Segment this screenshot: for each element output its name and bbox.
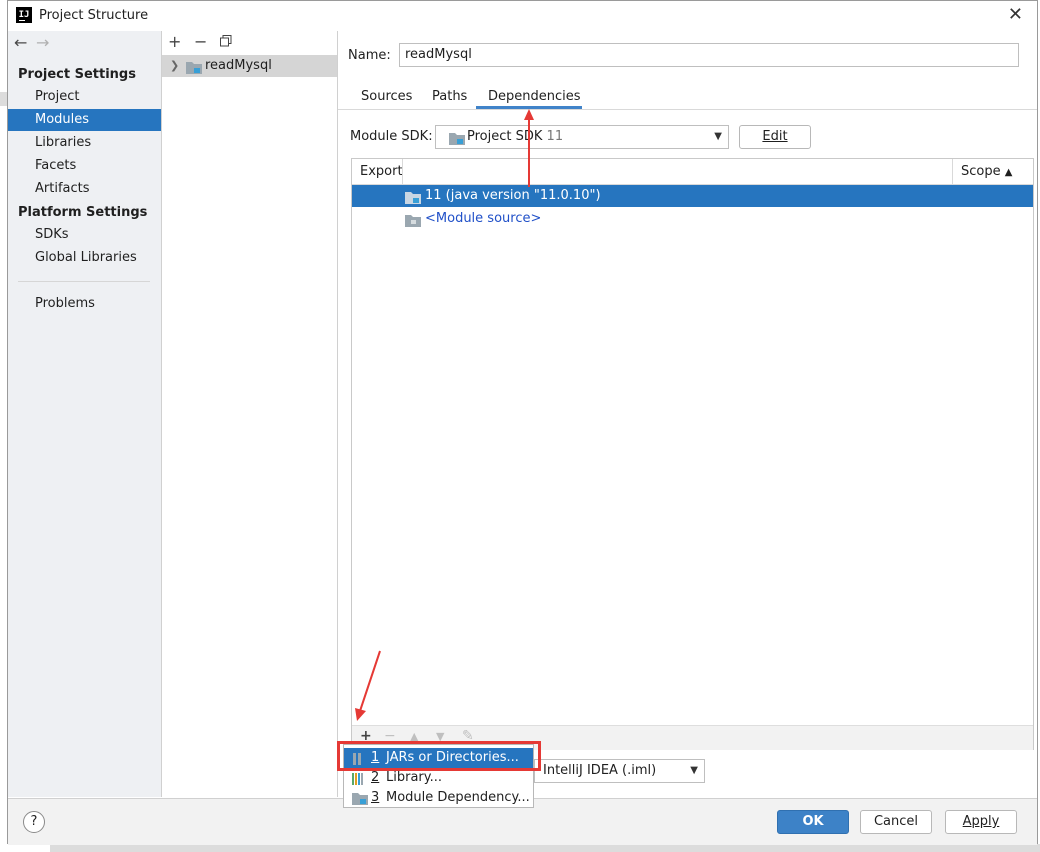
arrow-to-add-button: [355, 650, 381, 721]
arrow-to-dependencies-tab: [524, 109, 534, 187]
annotation-arrows: [355, 109, 534, 721]
